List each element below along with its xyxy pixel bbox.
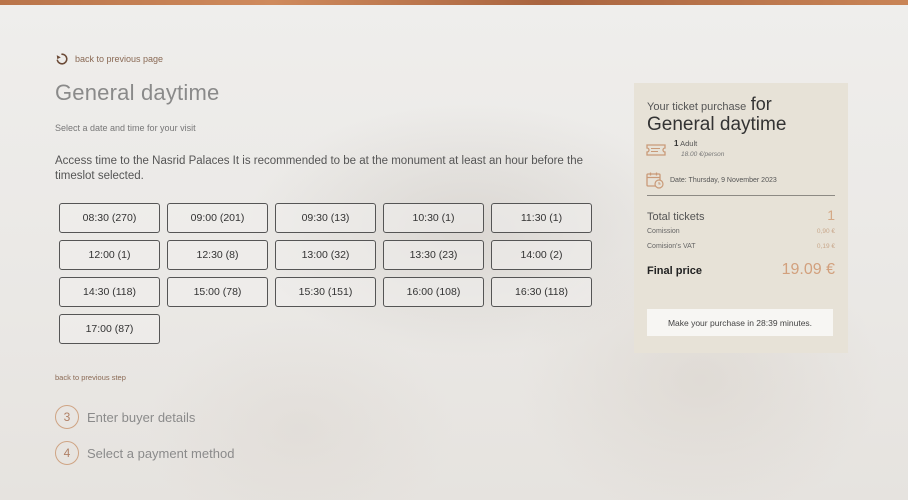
summary-heading: Your ticket purchase for General daytime (647, 94, 842, 135)
date-line: Date: Thursday, 9 November 2023 (646, 171, 777, 189)
timeslot-button[interactable]: 08:30 (270) (59, 203, 160, 233)
back-to-previous-page-link[interactable]: back to previous page (55, 52, 163, 66)
timeslot-button[interactable]: 11:30 (1) (491, 203, 592, 233)
step-payment-method[interactable]: 4 Select a payment method (55, 441, 234, 465)
timeslot-grid: 08:30 (270) 09:00 (201) 09:30 (13) 10:30… (59, 203, 594, 344)
timeslot-button[interactable]: 15:00 (78) (167, 277, 268, 307)
commission-row: Comission 0,90 € (647, 228, 835, 235)
summary-heading-for: for (750, 94, 772, 114)
top-banner-strip (0, 0, 908, 5)
purchase-summary-panel: Your ticket purchase for General daytime… (634, 83, 848, 353)
step-number: 4 (55, 441, 79, 465)
purchase-timer: Make your purchase in 28:39 minutes. (647, 309, 833, 336)
timeslot-button[interactable]: 16:00 (108) (383, 277, 484, 307)
visit-date: Date: Thursday, 9 November 2023 (670, 176, 777, 184)
commission-value: 0,90 € (816, 228, 835, 235)
timeslot-button[interactable]: 10:30 (1) (383, 203, 484, 233)
step-number: 3 (55, 405, 79, 429)
calendar-clock-icon (646, 172, 664, 189)
access-notice: Access time to the Nasrid Palaces It is … (55, 155, 584, 182)
ticket-type: Adult (680, 139, 698, 148)
page-subtitle: Select a date and time for your visit (55, 123, 196, 133)
vat-label: Comision's VAT (647, 243, 696, 250)
ticket-count: 1 (674, 139, 679, 148)
summary-heading-small: Your ticket purchase (647, 101, 747, 113)
timeslot-button[interactable]: 09:00 (201) (167, 203, 268, 233)
step-label: Enter buyer details (87, 409, 196, 425)
final-price-row: Final price 19.09 € (647, 261, 835, 279)
timeslot-button[interactable]: 12:00 (1) (59, 240, 160, 270)
total-tickets-row: Total tickets 1 (647, 207, 835, 223)
timeslot-button[interactable]: 13:30 (23) (383, 240, 484, 270)
step-buyer-details[interactable]: 3 Enter buyer details (55, 405, 195, 429)
timeslot-button[interactable]: 14:30 (118) (59, 277, 160, 307)
final-price-value: 19.09 € (781, 261, 835, 278)
final-price-label: Final price (647, 265, 703, 277)
ticket-price: 18.00 €/person (681, 151, 725, 158)
timeslot-button[interactable]: 12:30 (8) (167, 240, 268, 270)
summary-divider (647, 195, 835, 196)
page-title: General daytime (55, 80, 220, 105)
vat-value: 0,19 € (816, 243, 835, 250)
timeslot-button[interactable]: 13:00 (32) (275, 240, 376, 270)
undo-arrow-icon (56, 53, 68, 65)
summary-heading-name: General daytime (647, 114, 787, 135)
total-tickets-value: 1 (827, 207, 835, 223)
back-to-previous-step-link[interactable]: back to previous step (55, 373, 126, 382)
timeslot-button[interactable]: 17:00 (87) (59, 314, 160, 344)
ticket-line: 1 Adult 18.00 €/person (646, 139, 724, 160)
commission-label: Comission (647, 228, 680, 235)
vat-row: Comision's VAT 0,19 € (647, 243, 835, 250)
timeslot-button[interactable]: 15:30 (151) (275, 277, 376, 307)
ticket-icon (646, 144, 666, 156)
timeslot-button[interactable]: 14:00 (2) (491, 240, 592, 270)
back-link-label: back to previous page (75, 54, 164, 64)
step-label: Select a payment method (87, 445, 235, 461)
total-tickets-label: Total tickets (647, 211, 705, 223)
timeslot-button[interactable]: 09:30 (13) (275, 203, 376, 233)
timeslot-button[interactable]: 16:30 (118) (491, 277, 592, 307)
